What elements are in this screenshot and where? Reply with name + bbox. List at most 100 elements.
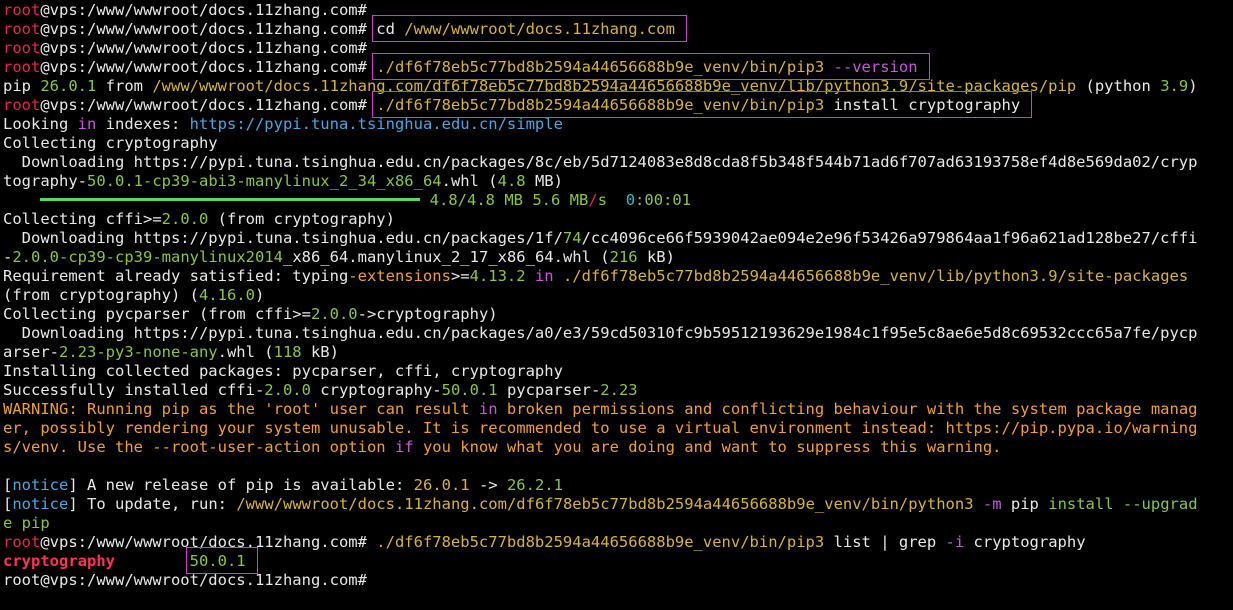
terminal-text: cryptography-	[310, 381, 442, 399]
terminal-text: https://pypi.tuna.tsinghua.edu.cn/simple	[189, 115, 563, 133]
terminal-text: 74	[562, 229, 582, 247]
terminal-line: tography-50.0.1-cp39-abi3-manylinux_2_34…	[3, 172, 1233, 191]
terminal-text: install cryptography	[824, 96, 1021, 114]
terminal-line: root@vps:/www/wwwroot/docs.11zhang.com#	[3, 1, 1233, 20]
terminal-text: from	[96, 77, 153, 95]
terminal-text: _x86_64.manylinux_2_17_x86_64.whl (	[282, 248, 610, 266]
terminal-text: 2.0.0	[310, 305, 358, 323]
terminal-text: -	[3, 248, 13, 266]
terminal-text: 2.0.0	[161, 210, 209, 228]
terminal-text: .whl (	[441, 172, 498, 190]
terminal-text: >=	[142, 210, 162, 228]
terminal-text: 50.0.1	[441, 381, 498, 399]
terminal-text: pycparser-	[497, 381, 601, 399]
terminal-text: notice	[12, 476, 69, 494]
terminal-line: er, possibly rendering your system unusa…	[3, 419, 1233, 438]
terminal-text: Collecting cffi	[3, 210, 143, 228]
terminal-text: [	[3, 476, 13, 494]
terminal-text: cryptography	[964, 533, 1086, 551]
terminal-text: @vps:/www/wwwroot/docs.11zhang.com#	[40, 533, 377, 551]
terminal-text: root	[3, 1, 41, 19]
terminal-text: Successfully installed cffi-	[3, 381, 265, 399]
terminal-text: /www/wwwroot/docs.11zhang.com/df6f78eb5c…	[236, 495, 974, 513]
terminal-line: Installing collected packages: pycparser…	[3, 362, 1233, 381]
terminal-text: 118	[273, 343, 302, 361]
terminal-text: ./df6f78eb5c77bd8b2594a44656688b9e_venv/…	[376, 533, 825, 551]
terminal-text: pip	[1001, 495, 1049, 513]
terminal-line: Successfully installed cffi-2.0.0 crypto…	[3, 381, 1233, 400]
terminal-text: ] A new release of pip is available:	[68, 476, 414, 494]
terminal-text: >=	[292, 305, 311, 323]
terminal-line: root@vps:/www/wwwroot/docs.11zhang.com#	[3, 571, 1233, 590]
terminal-text: cd	[376, 20, 405, 38]
terminal-text: 4.13.2	[469, 267, 526, 285]
terminal-line: [notice] To update, run: /www/wwwroot/do…	[3, 495, 1233, 514]
terminal-text: -i	[945, 533, 965, 551]
terminal-text: WARNING: Running pip as the 'root' user …	[3, 400, 479, 418]
terminal-line: pip 26.0.1 from /www/wwwroot/docs.11zhan…	[3, 77, 1233, 96]
terminal-line: root@vps:/www/wwwroot/docs.11zhang.com# …	[3, 533, 1233, 552]
terminal-text: ->	[469, 476, 507, 494]
terminal-text: 4.8	[497, 172, 526, 190]
terminal-text: 26.0.1	[40, 77, 97, 95]
terminal-line: cryptography 50.0.1	[3, 552, 1233, 571]
terminal-text: ./df6f78eb5c77bd8b2594a44656688b9e_venv/…	[562, 267, 1189, 285]
terminal-text: root	[3, 39, 41, 57]
terminal-text: notice	[12, 495, 69, 513]
terminal-text: kB)	[637, 248, 675, 266]
terminal-text: 3.9	[1160, 77, 1189, 95]
terminal-text: )	[254, 286, 265, 304]
terminal-line: s/venv. Use the --root-user-action optio…	[3, 438, 1233, 457]
terminal-text: 2.23-py3-none-any	[59, 343, 218, 361]
terminal-text: broken permissions and conflicting behav…	[497, 400, 1198, 418]
terminal-text: er, possibly rendering your system unusa…	[3, 419, 1198, 437]
terminal-text: ->cryptography)	[357, 305, 498, 323]
terminal-window[interactable]: root@vps:/www/wwwroot/docs.11zhang.com# r…	[0, 0, 1233, 610]
terminal-text: root	[3, 20, 41, 38]
terminal-text: [	[3, 495, 13, 513]
terminal-text: @vps:/www/wwwroot/docs.11zhang.com#	[40, 39, 367, 57]
terminal-text: (from cryptography)	[208, 210, 395, 228]
terminal-line: -2.0.0-cp39-cp39-manylinux2014_x86_64.ma…	[3, 248, 1233, 267]
terminal-text: -extensions	[348, 267, 451, 285]
terminal-text: @vps:/www/wwwroot/docs.11zhang.com#	[40, 1, 367, 19]
terminal-text: ./df6f78eb5c77bd8b2594a44656688b9e_venv/…	[376, 58, 825, 76]
terminal-text: /	[588, 191, 598, 209]
terminal-line: Downloading https://pypi.tuna.tsinghua.e…	[3, 153, 1233, 172]
terminal-text: 50.0.1	[87, 172, 143, 190]
terminal-text: -m	[982, 495, 1002, 513]
terminal-text: Looking	[3, 115, 78, 133]
terminal-text: 2.0.0	[264, 381, 311, 399]
terminal-text: Downloading https://pypi.tuna.tsinghua.e…	[3, 153, 1198, 171]
terminal-text: Collecting cryptography	[3, 134, 218, 152]
terminal-text: 2.0.0	[12, 248, 60, 266]
terminal-line: Downloading https://pypi.tuna.tsinghua.e…	[3, 229, 1233, 248]
terminal-text: Collecting pycparser (from cffi	[3, 305, 293, 323]
terminal-text: /www/wwwroot/docs.11zhang.com	[404, 20, 675, 38]
terminal-text: -cp39-cp39-manylinux2014	[59, 248, 283, 266]
terminal-line: e pip	[3, 514, 1233, 533]
terminal-text: root	[3, 58, 41, 76]
terminal-text: cryptography	[3, 552, 115, 570]
terminal-text: 50.0.1	[189, 552, 246, 570]
terminal-text: root	[3, 96, 41, 114]
terminal-text: 0	[625, 191, 636, 209]
terminal-text: in	[534, 267, 554, 285]
terminal-text: 2.23	[600, 381, 638, 399]
terminal-line: root@vps:/www/wwwroot/docs.11zhang.com# …	[3, 58, 1233, 77]
terminal-line: Collecting cffi>=2.0.0 (from cryptograph…	[3, 210, 1233, 229]
terminal-text: 4.8/4.8 MB	[429, 191, 523, 209]
terminal-text: .whl (	[217, 343, 274, 361]
terminal-line: (from cryptography) (4.16.0)	[3, 286, 1233, 305]
terminal-text: 5.6 MB	[532, 191, 589, 209]
terminal-text: indexes:	[96, 115, 190, 133]
terminal-text: list | grep	[824, 533, 946, 551]
terminal-text: --version	[833, 58, 918, 76]
terminal-line: Looking in indexes: https://pypi.tuna.ts…	[3, 115, 1233, 134]
